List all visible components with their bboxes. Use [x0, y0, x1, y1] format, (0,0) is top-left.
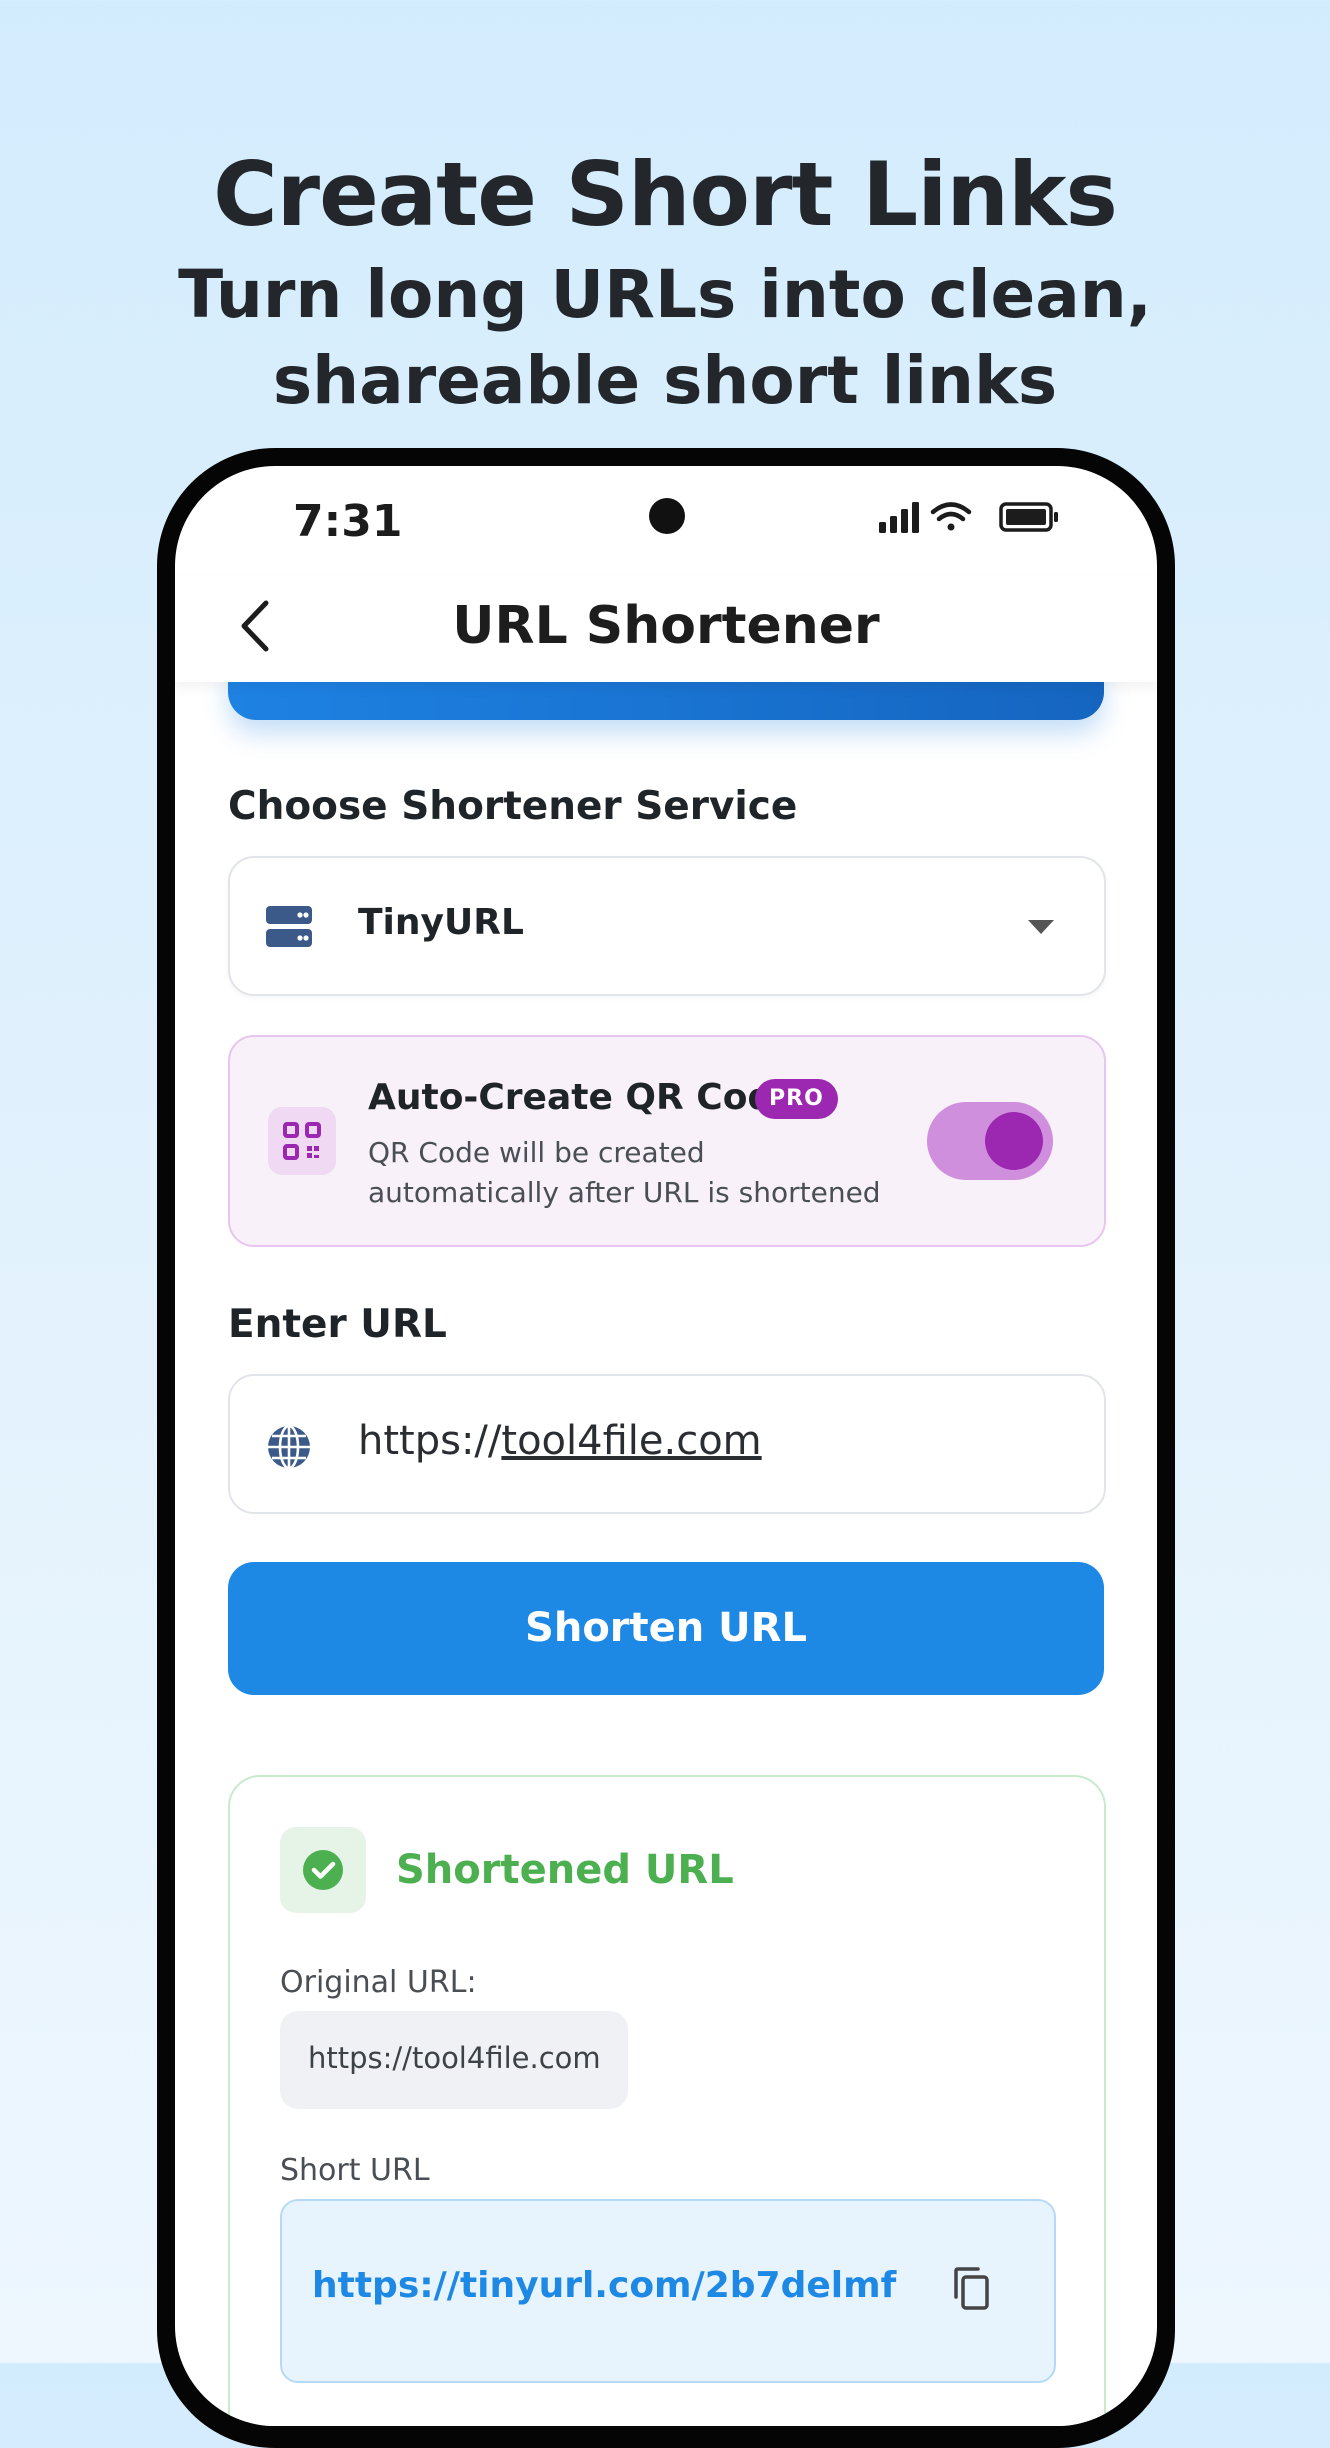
- url-label: Enter URL: [228, 1302, 447, 1347]
- copy-icon[interactable]: [952, 2267, 990, 2311]
- check-circle-icon: [303, 1850, 343, 1890]
- dropdown-caret-icon: [1028, 920, 1054, 934]
- phone-screen: 7:31 URL Shortener Choose Shortener Serv…: [175, 466, 1157, 2426]
- pro-badge: PRO: [755, 1079, 838, 1119]
- status-time: 7:31: [293, 496, 403, 547]
- hero-subtitle: Turn long URLs into clean, shareable sho…: [0, 252, 1330, 424]
- check-icon-container: [280, 1827, 366, 1913]
- auto-qr-toggle[interactable]: [927, 1102, 1053, 1180]
- original-url-box: https://tool4file.com: [280, 2011, 628, 2109]
- short-url-link[interactable]: https://tinyurl.com/2b7delmf: [312, 2265, 896, 2306]
- original-url-value: https://tool4file.com: [308, 2041, 601, 2075]
- short-url-box: https://tinyurl.com/2b7delmf: [280, 2199, 1056, 2383]
- service-dropdown[interactable]: TinyURL: [228, 856, 1106, 996]
- url-domain-link: tool4file.com: [501, 1418, 762, 1464]
- status-icons: [879, 502, 1058, 533]
- signal-icon: [879, 502, 919, 533]
- qr-code-icon: [283, 1122, 321, 1160]
- hero-subtitle-line-2: shareable short links: [272, 342, 1058, 419]
- auto-qr-card: Auto-Create QR Code PRO QR Code will be …: [228, 1035, 1106, 1247]
- result-card: Shortened URL Original URL: https://tool…: [228, 1775, 1106, 2426]
- hero-title: Create Short Links: [213, 143, 1118, 246]
- globe-icon: [268, 1424, 310, 1470]
- shorten-url-button[interactable]: Shorten URL: [228, 1562, 1104, 1695]
- original-url-label: Original URL:: [280, 1965, 477, 2000]
- auto-qr-description: QR Code will be created automatically af…: [368, 1136, 881, 1209]
- result-title: Shortened URL: [396, 1847, 734, 1893]
- wifi-icon: [930, 502, 972, 531]
- url-input-value: https://tool4file.com: [358, 1418, 762, 1464]
- url-prefix: https://: [358, 1418, 502, 1464]
- app-bar: URL Shortener: [175, 576, 1157, 682]
- qr-icon-container: [268, 1107, 336, 1175]
- server-icon: [266, 906, 312, 947]
- hero-subtitle-line-1: Turn long URLs into clean,: [178, 256, 1152, 333]
- battery-icon: [999, 502, 1058, 532]
- short-url-label: Short URL: [280, 2153, 430, 2188]
- auto-qr-title: Auto-Create QR Code: [368, 1077, 798, 1118]
- service-label: Choose Shortener Service: [228, 784, 798, 829]
- toggle-knob: [985, 1112, 1043, 1170]
- page-title: URL Shortener: [452, 596, 880, 656]
- service-selected-value: TinyURL: [358, 902, 524, 943]
- front-camera: [649, 498, 685, 534]
- url-input[interactable]: https://tool4file.com: [228, 1374, 1106, 1514]
